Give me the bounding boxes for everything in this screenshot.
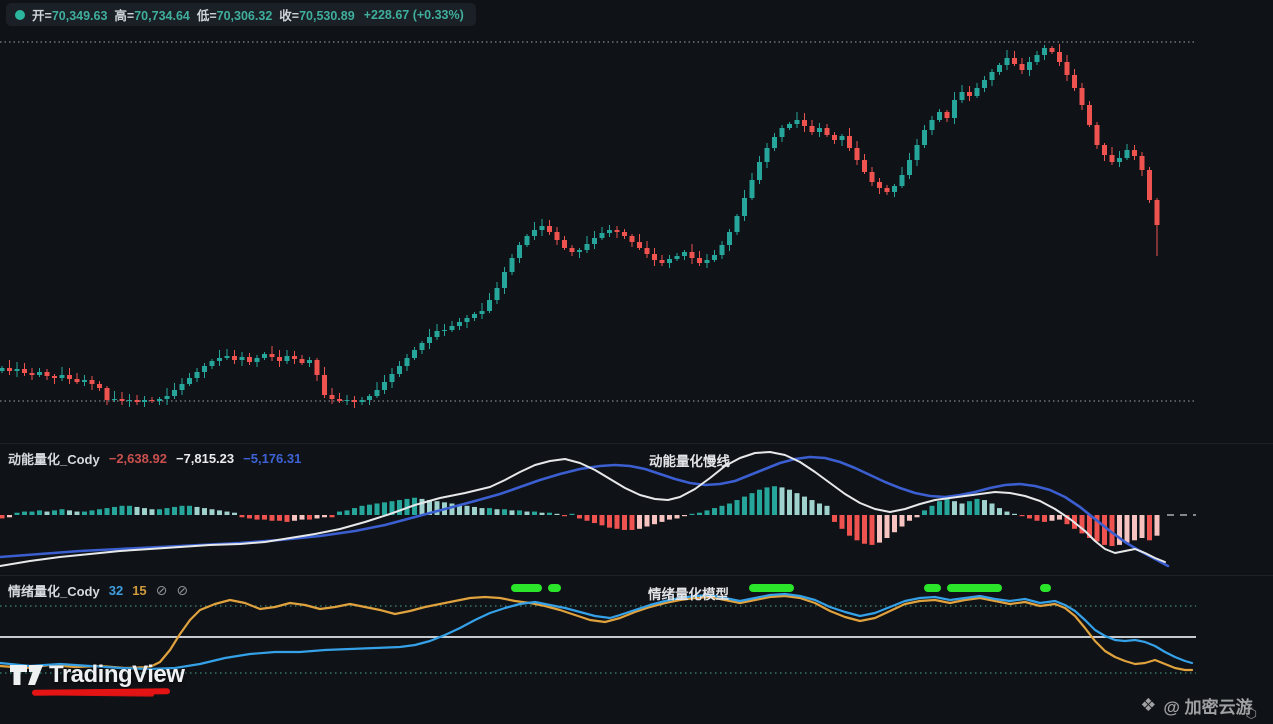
momentum-indicator-title: 动能量化_Cody	[8, 452, 100, 467]
sentiment-indicator-header[interactable]: 情绪量化_Cody 32 15 ⊘ ⊘	[8, 581, 188, 600]
sentiment-orange-value: 15	[132, 583, 147, 598]
disabled-signal-icon: ⊘	[155, 582, 168, 598]
sentiment-indicator-title: 情绪量化_Cody	[8, 584, 100, 599]
low-label: 低=70,306.32	[196, 9, 273, 23]
sentiment-model-annotation: 情绪量化模型	[648, 587, 729, 602]
tradingview-wordmark: TradingView	[49, 661, 185, 688]
hexagon-badge-icon: ⬡	[1245, 705, 1257, 721]
close-label: 收=70,530.89	[279, 9, 355, 23]
momentum-indicator-header[interactable]: 动能量化_Cody −2,638.92 −7,815.23 −5,176.31	[8, 449, 301, 468]
high-label: 高=70,734.64	[114, 9, 190, 23]
momentum-fast-value: −7,815.23	[175, 451, 235, 466]
sentiment-pane[interactable]	[0, 576, 1273, 724]
open-label: 开=70,349.63	[32, 9, 108, 23]
momentum-hist-value: −2,638.92	[108, 451, 167, 466]
momentum-slow-line-annotation: 动能量化慢线	[649, 454, 730, 469]
series-color-dot-icon	[15, 9, 25, 20]
sentiment-blue-value: 32	[108, 583, 124, 598]
channel-credit: ❖ @ 加密云游 ⬡	[1140, 693, 1257, 721]
ohlc-legend[interactable]: 开=70,349.63 高=70,734.64 低=70,306.32 收=70…	[6, 3, 476, 26]
change-label: +228.67 (+0.33%)	[363, 7, 464, 22]
credit-text: @ 加密云游	[1163, 698, 1253, 717]
momentum-slow-value: −5,176.31	[243, 451, 302, 466]
price-pane[interactable]	[0, 28, 1273, 443]
diamond-logo-icon: ❖	[1140, 695, 1157, 715]
tradingview-logo-icon	[10, 665, 43, 685]
pane-separator[interactable]	[0, 575, 1273, 576]
pane-separator[interactable]	[0, 443, 1273, 444]
tradingview-chart-window: 开=70,349.63 高=70,734.64 低=70,306.32 收=70…	[0, 0, 1273, 724]
tradingview-watermark: TradingView	[10, 661, 185, 697]
disabled-signal-icon: ⊘	[176, 582, 189, 598]
